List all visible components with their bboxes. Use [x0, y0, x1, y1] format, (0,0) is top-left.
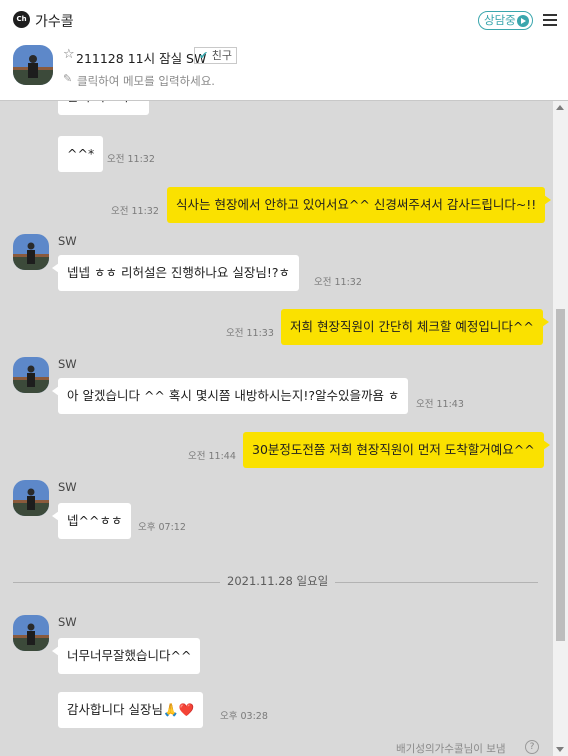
- sender-name: SW: [58, 615, 77, 629]
- menu-icon[interactable]: [543, 14, 557, 26]
- message-bubble: 넵^^ㅎㅎ: [51, 503, 132, 539]
- message-time: 오후 03:28: [220, 711, 268, 722]
- avatar[interactable]: [13, 615, 49, 651]
- sender-note: 배기성의가수콜님이 보냄: [396, 743, 506, 755]
- check-icon: ✔: [199, 49, 209, 62]
- message-bubble: 넵넵 ㅎㅎ 리허설은 진행하나요 실장님!?ㅎ: [51, 255, 300, 291]
- message-bubble-partial: 잘 부탁드려요: [58, 101, 149, 115]
- message-bubble: 너무너무잘했습니다^^: [51, 638, 201, 674]
- top-bar: Ch 가수콜 상담중: [0, 0, 568, 40]
- message-time: 오전 11:44: [188, 451, 236, 462]
- message-time: 오후 07:12: [138, 522, 186, 533]
- sender-name: SW: [58, 357, 77, 371]
- scrollbar[interactable]: [553, 101, 568, 756]
- profile-header: ☆ 211128 11시 잠실 SW ✔ 친구 ✎ 클릭하여 메모를 입력하세요…: [0, 40, 568, 101]
- message-time: 오전 11:32: [314, 277, 362, 288]
- message-time: 오전 11:43: [416, 399, 464, 410]
- play-icon: [517, 15, 529, 27]
- message-time: 오전 11:33: [226, 328, 274, 339]
- status-button[interactable]: 상담중: [478, 11, 533, 30]
- scroll-up-icon[interactable]: [556, 105, 564, 110]
- chat-area: 잘 부탁드려요 ^^* 오전 11:32 오전 11:32 식사는 현장에서 안…: [0, 101, 553, 756]
- profile-name: 211128 11시 잠실 SW: [76, 51, 207, 66]
- help-icon[interactable]: ?: [525, 740, 539, 754]
- star-icon[interactable]: ☆: [63, 47, 75, 62]
- status-label: 상담중: [484, 13, 516, 27]
- my-message-bubble: 30분정도전쯤 저희 현장직원이 먼저 도착할거예요^^: [243, 432, 550, 468]
- sender-name: SW: [58, 480, 77, 494]
- avatar[interactable]: [13, 480, 49, 516]
- date-divider: 2021.11.28 일요일: [220, 573, 336, 589]
- message-bubble: 감사합니다 실장님🙏❤️: [58, 692, 204, 728]
- avatar[interactable]: [13, 234, 49, 270]
- pencil-icon: ✎: [63, 72, 73, 85]
- sender-name: SW: [58, 234, 77, 248]
- message-time: 오전 11:32: [107, 154, 155, 165]
- my-message-bubble: 식사는 현장에서 안하고 있어서요^^ 신경써주셔서 감사드립니다~!!: [167, 187, 552, 223]
- app-title: 가수콜: [35, 14, 74, 30]
- scrollbar-thumb[interactable]: [556, 309, 565, 641]
- message-time: 오전 11:32: [111, 206, 159, 217]
- channel-logo-icon: Ch: [13, 11, 30, 28]
- profile-avatar[interactable]: [13, 45, 53, 85]
- my-message-bubble: 저희 현장직원이 간단히 체크할 예정입니다^^: [281, 309, 549, 345]
- scroll-down-icon[interactable]: [556, 747, 564, 752]
- friend-badge: ✔ 친구: [194, 47, 237, 64]
- message-bubble: 아 알겠습니다 ^^ 혹시 몇시쯤 내방하시는지!?알수있을까욤 ㅎ: [51, 378, 409, 414]
- memo-input[interactable]: 클릭하여 메모를 입력하세요.: [77, 73, 215, 89]
- avatar[interactable]: [13, 357, 49, 393]
- message-bubble: ^^*: [58, 136, 104, 172]
